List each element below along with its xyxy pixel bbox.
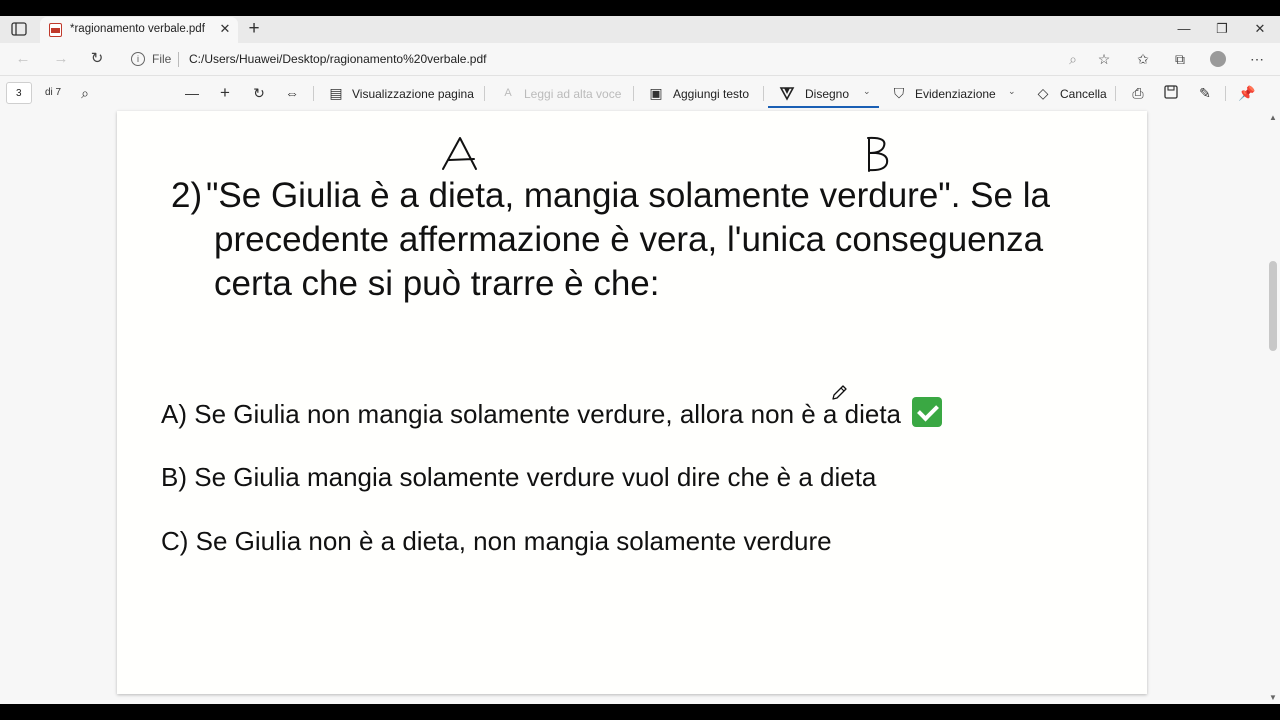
answer-option-a: A) Se Giulia non mangia solamente verdur… bbox=[161, 397, 943, 430]
page-view-icon[interactable]: ▤ bbox=[328, 85, 344, 101]
toolbar-separator bbox=[1115, 86, 1116, 101]
highlight-options-chevron-icon[interactable]: ⌄ bbox=[1008, 86, 1016, 97]
question-text: "Se Giulia è a dieta, mangia solamente v… bbox=[206, 174, 1094, 306]
pdf-file-icon bbox=[49, 23, 62, 37]
url-field[interactable]: C:/Users/Huawei/Desktop/ragionamento%20v… bbox=[189, 52, 487, 66]
zoom-in-icon[interactable]: + bbox=[217, 84, 233, 101]
tab-actions-icon bbox=[11, 22, 27, 36]
close-window-icon[interactable]: ✕ bbox=[1250, 20, 1270, 38]
close-tab-icon[interactable]: ✕ bbox=[218, 22, 232, 36]
refresh-icon[interactable]: ↻ bbox=[88, 50, 106, 68]
rotate-icon[interactable]: ↻ bbox=[251, 85, 267, 101]
scheme-label: File bbox=[152, 52, 172, 66]
question-line: "Se Giulia è a dieta, mangia solamente v… bbox=[206, 176, 1050, 215]
scroll-up-icon[interactable]: ▲ bbox=[1269, 113, 1277, 122]
draw-options-chevron-icon[interactable]: ⌄ bbox=[863, 86, 871, 97]
add-favorite-icon[interactable]: ☆ bbox=[1095, 50, 1113, 68]
draw-active-indicator bbox=[768, 106, 879, 108]
question-line: precedente affermazione è vera, l'unica … bbox=[214, 220, 1044, 259]
address-bar: ← → ↻ i File C:/Users/Huawei/Desktop/rag… bbox=[0, 43, 1280, 75]
erase-button[interactable]: Cancella bbox=[1060, 87, 1107, 101]
print-icon[interactable]: ⎙ bbox=[1130, 85, 1146, 101]
pdf-toolbar: di 7 ⌕ — + ↻ ⇔ ▤ Visualizzazione pagina … bbox=[0, 75, 1280, 112]
pin-toolbar-icon[interactable]: 📌 bbox=[1238, 85, 1255, 101]
address-separator bbox=[178, 52, 179, 67]
pdf-page[interactable]: A B 2) "Se Giulia è a dieta, mangia sola… bbox=[117, 111, 1147, 694]
restore-icon[interactable]: ❐ bbox=[1212, 20, 1232, 38]
check-mark-icon bbox=[912, 397, 943, 427]
save-icon[interactable] bbox=[1163, 85, 1179, 101]
tab-title: *ragionamento verbale.pdf bbox=[70, 23, 205, 35]
question-line: certa che si può trarre è che: bbox=[214, 264, 660, 303]
toolbar-separator bbox=[1225, 86, 1226, 101]
toolbar-separator bbox=[484, 86, 485, 101]
zoom-out-icon[interactable]: — bbox=[184, 85, 200, 101]
page-number-input[interactable] bbox=[6, 82, 32, 104]
toolbar-separator bbox=[313, 86, 314, 101]
save-as-icon[interactable]: ✎ bbox=[1197, 85, 1213, 101]
zoom-icon[interactable]: ⌕ bbox=[1064, 50, 1082, 68]
back-icon[interactable]: ← bbox=[14, 50, 32, 68]
fit-page-icon[interactable]: ⇔ bbox=[284, 85, 300, 101]
pdf-viewer[interactable]: A B 2) "Se Giulia è a dieta, mangia sola… bbox=[0, 111, 1266, 704]
scroll-down-icon[interactable]: ▼ bbox=[1269, 693, 1277, 702]
page-view-button[interactable]: Visualizzazione pagina bbox=[352, 87, 474, 101]
add-text-icon[interactable]: ▣ bbox=[648, 85, 664, 101]
draw-icon[interactable] bbox=[779, 85, 795, 101]
add-text-button[interactable]: Aggiungi testo bbox=[673, 87, 749, 101]
collections-icon[interactable]: ⧉ bbox=[1171, 50, 1189, 68]
highlight-icon[interactable]: ⛉ bbox=[891, 85, 907, 101]
eraser-icon[interactable]: ◇ bbox=[1035, 85, 1051, 101]
toolbar-separator bbox=[633, 86, 634, 101]
toolbar-separator bbox=[763, 86, 764, 101]
scroll-thumb[interactable] bbox=[1269, 261, 1277, 351]
more-menu-icon[interactable]: ⋯ bbox=[1248, 50, 1266, 68]
answer-option-c: C) Se Giulia non è a dieta, non mangia s… bbox=[161, 526, 832, 557]
handwritten-annotation-a: A bbox=[442, 137, 477, 170]
highlight-button[interactable]: Evidenziazione bbox=[915, 87, 996, 101]
browser-window: *ragionamento verbale.pdf ✕ + — ❐ ✕ ← → … bbox=[0, 16, 1280, 704]
new-tab-icon[interactable]: + bbox=[246, 19, 262, 38]
answer-text: A) Se Giulia non mangia solamente verdur… bbox=[161, 399, 901, 429]
read-aloud-icon: A bbox=[504, 87, 512, 99]
tab-bar: *ragionamento verbale.pdf ✕ + — ❐ ✕ bbox=[0, 16, 1280, 43]
tab-actions-button[interactable] bbox=[10, 21, 28, 37]
answer-option-b: B) Se Giulia mangia solamente verdure vu… bbox=[161, 462, 876, 493]
read-aloud-button[interactable]: Leggi ad alta voce bbox=[524, 87, 621, 101]
answer-text: B) Se Giulia mangia solamente verdure vu… bbox=[161, 462, 877, 492]
info-icon[interactable]: i bbox=[131, 52, 145, 66]
tab-active[interactable]: *ragionamento verbale.pdf ✕ bbox=[40, 17, 238, 43]
handwritten-annotation-b: B bbox=[867, 136, 889, 172]
minimize-icon[interactable]: — bbox=[1174, 20, 1194, 38]
forward-icon[interactable]: → bbox=[52, 50, 70, 68]
page-count: di 7 bbox=[45, 87, 62, 98]
vertical-scrollbar[interactable]: ▲ ▼ bbox=[1266, 111, 1280, 704]
profile-avatar[interactable] bbox=[1210, 51, 1226, 67]
question-number: 2) bbox=[171, 176, 203, 215]
draw-button[interactable]: Disegno bbox=[805, 87, 849, 101]
search-icon[interactable]: ⌕ bbox=[77, 85, 93, 101]
favorites-icon[interactable]: ✩ bbox=[1134, 50, 1152, 68]
answer-text: C) Se Giulia non è a dieta, non mangia s… bbox=[161, 526, 832, 556]
